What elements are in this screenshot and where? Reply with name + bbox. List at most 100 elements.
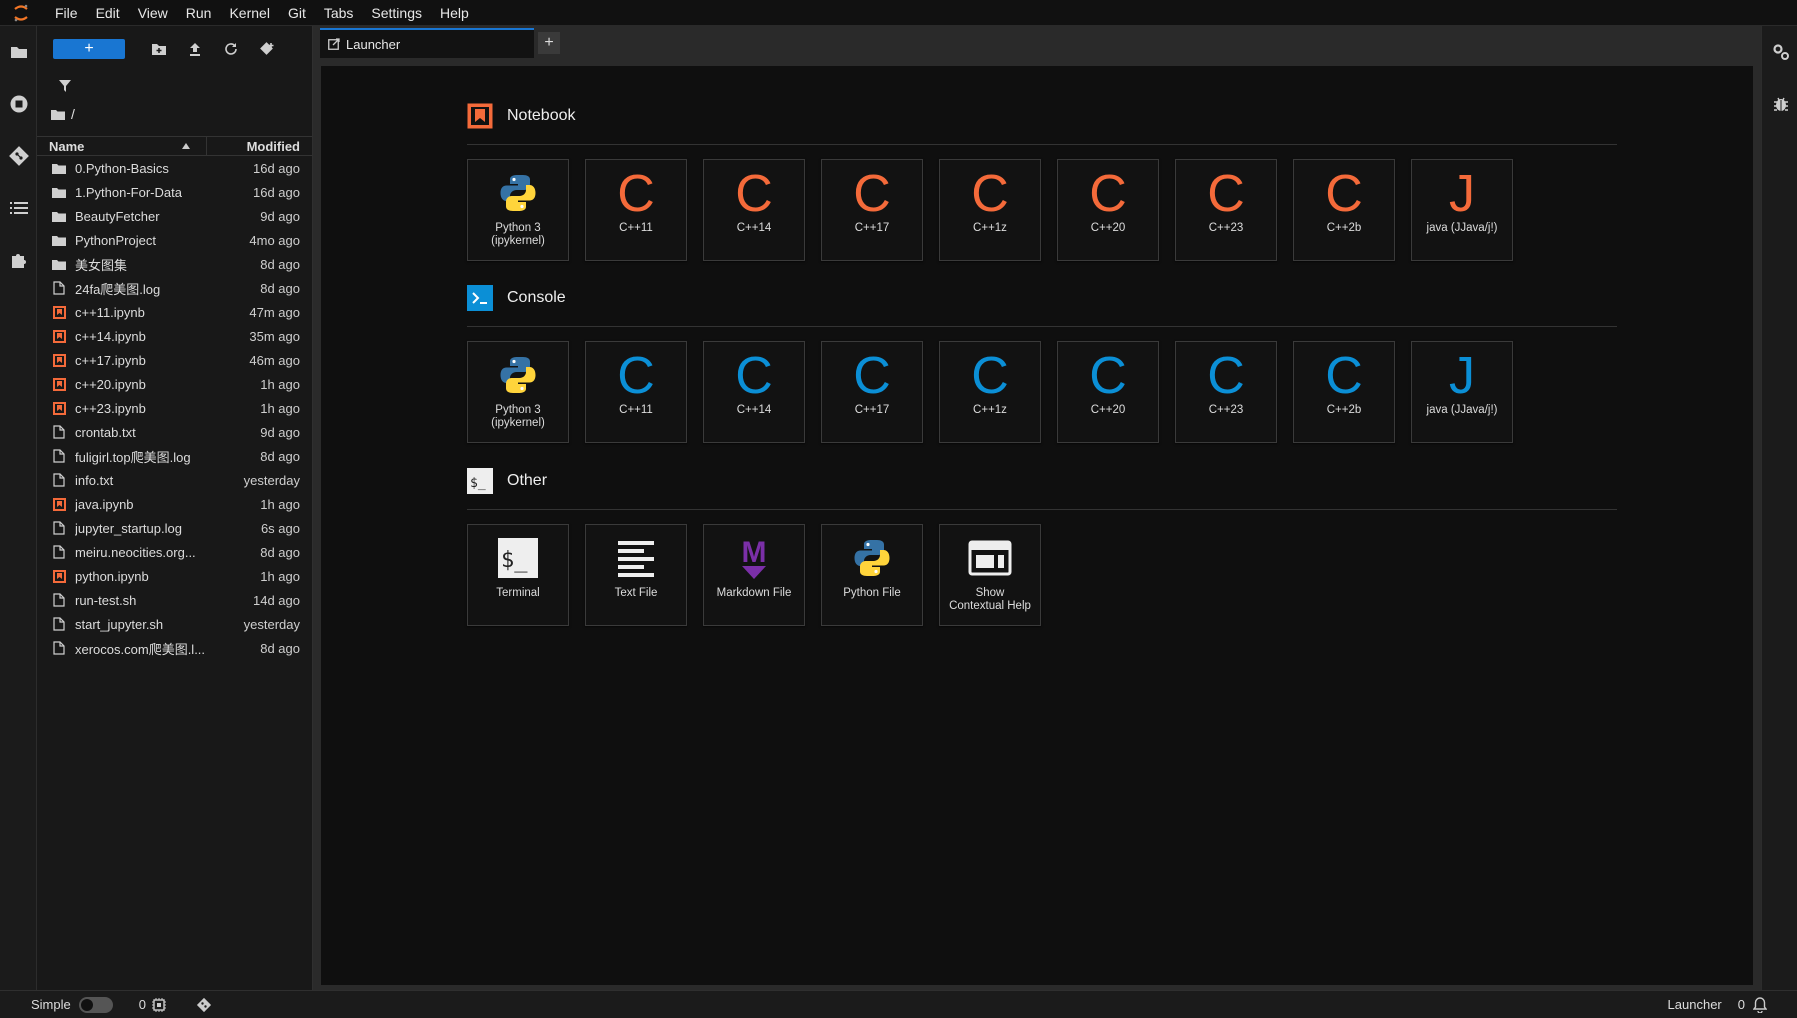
other-card-terminal[interactable]: $_ Terminal [467,524,569,626]
terminal-icon: $_ [498,537,538,581]
folder-icon[interactable] [0,26,37,78]
notebook-card-python-3-ipykernel[interactable]: Python 3 (ipykernel) [467,159,569,261]
menu-edit[interactable]: Edit [87,0,129,26]
file-row[interactable]: info.txt yesterday [37,468,312,492]
python-logo-icon [498,173,538,216]
notebook-card-c-2b[interactable]: C C++2b [1293,159,1395,261]
menu-run[interactable]: Run [177,0,221,26]
console-card-c-1z[interactable]: C C++1z [939,341,1041,443]
card-label: C++14 [736,404,772,416]
file-name: 24fa爬美图.log [75,281,161,297]
file-row[interactable]: run-test.sh 14d ago [37,588,312,612]
folder-icon [51,160,67,176]
file-row[interactable]: meiru.neocities.org... 8d ago [37,540,312,564]
git-clone-icon[interactable] [249,37,285,61]
new-folder-icon[interactable] [141,37,177,61]
notebook-card-c-23[interactable]: C C++23 [1175,159,1277,261]
new-launcher-button[interactable]: + [53,39,125,59]
file-row[interactable]: c++23.ipynb 1h ago [37,396,312,420]
console-card-c-2b[interactable]: C C++2b [1293,341,1395,443]
simple-mode-toggle[interactable] [78,996,113,1013]
other-section: $_ Other $_ Terminal Text File M Markdown Fi… [467,463,1617,626]
console-card-java-jjava-j[interactable]: Jjava (JJava/j!) [1411,341,1513,443]
file-row[interactable]: BeautyFetcher 9d ago [37,204,312,228]
file-row[interactable]: 美女图集 8d ago [37,252,312,276]
filter-files-button[interactable] [37,72,312,100]
file-row[interactable]: c++14.ipynb 35m ago [37,324,312,348]
git-status-icon[interactable] [196,997,212,1013]
upload-icon[interactable] [177,37,213,61]
running-sessions-icon[interactable] [0,78,37,130]
refresh-icon[interactable] [213,37,249,61]
file-icon [51,448,67,464]
file-name: 0.Python-Basics [75,160,169,176]
notebook-card-java-jjava-j[interactable]: Jjava (JJava/j!) [1411,159,1513,261]
menu-file[interactable]: File [46,0,87,26]
console-card-c-17[interactable]: C C++17 [821,341,923,443]
section-divider [467,144,1617,145]
file-row[interactable]: c++20.ipynb 1h ago [37,372,312,396]
menu-kernel[interactable]: Kernel [220,0,278,26]
notebook-card-c-17[interactable]: C C++17 [821,159,923,261]
table-of-contents-icon[interactable] [0,182,37,234]
filter-icon [59,80,71,92]
menu-help[interactable]: Help [431,0,478,26]
file-row[interactable]: start_jupyter.sh yesterday [37,612,312,636]
file-icon [51,544,67,560]
debugger-bug-icon[interactable] [1762,78,1797,130]
breadcrumb-path[interactable]: / [71,106,75,122]
file-row[interactable]: xerocos.com爬美图.l... 8d ago [37,636,312,660]
new-tab-button[interactable]: + [538,32,560,54]
other-card-markdown-file[interactable]: M Markdown File [703,524,805,626]
console-card-c-20[interactable]: C C++20 [1057,341,1159,443]
git-icon[interactable] [0,130,37,182]
file-icon [51,592,67,608]
launcher-panel: Notebook Python 3 (ipykernel) C C++11 C C++14… [321,66,1753,985]
extensions-puzzle-icon[interactable] [0,234,37,286]
file-row[interactable]: java.ipynb 1h ago [37,492,312,516]
menu-tabs[interactable]: Tabs [315,0,363,26]
property-inspector-gears-icon[interactable] [1762,26,1797,78]
file-row[interactable]: c++11.ipynb 47m ago [37,300,312,324]
menu-bar: File Edit View Run Kernel Git Tabs Settings Help [0,0,1797,26]
menu-view[interactable]: View [129,0,177,26]
modified-column-header[interactable]: Modified [207,139,312,154]
file-row[interactable]: 0.Python-Basics 16d ago [37,156,312,180]
notebook-cards: Python 3 (ipykernel) C C++11 C C++14 C C++17 C C+… [467,159,1617,261]
kernel-status-icon[interactable] [151,997,166,1012]
notebook-card-c-11[interactable]: C C++11 [585,159,687,261]
notebook-card-c-14[interactable]: C C++14 [703,159,805,261]
notebook-card-c-1z[interactable]: C C++1z [939,159,1041,261]
file-row[interactable]: jupyter_startup.log 6s ago [37,516,312,540]
file-row[interactable]: fuligirl.top爬美图.log 8d ago [37,444,312,468]
other-card-show-contextual-help[interactable]: Show Contextual Help [939,524,1041,626]
main-dock-area: Launcher + Notebook Python 3 (ipykernel) C… [313,26,1761,990]
kernel-letter-icon: C [1089,165,1127,223]
notebook-card-c-20[interactable]: C C++20 [1057,159,1159,261]
menu-settings[interactable]: Settings [362,0,431,26]
console-card-c-11[interactable]: C C++11 [585,341,687,443]
file-icon [51,472,67,488]
file-row[interactable]: python.ipynb 1h ago [37,564,312,588]
menu-git[interactable]: Git [279,0,315,26]
tab-launcher[interactable]: Launcher [320,28,534,58]
file-row[interactable]: 24fa爬美图.log 8d ago [37,276,312,300]
file-icon [51,616,67,632]
file-row[interactable]: crontab.txt 9d ago [37,420,312,444]
breadcrumb[interactable]: / [37,100,312,128]
file-name: fuligirl.top爬美图.log [75,449,191,465]
file-row[interactable]: PythonProject 4mo ago [37,228,312,252]
folder-icon [51,256,67,272]
console-card-c-23[interactable]: C C++23 [1175,341,1277,443]
file-row[interactable]: 1.Python-For-Data 16d ago [37,180,312,204]
other-card-python-file[interactable]: Python File [821,524,923,626]
name-column-header[interactable]: Name [37,137,207,155]
console-card-python-3-ipykernel[interactable]: Python 3 (ipykernel) [467,341,569,443]
notification-count[interactable]: 0 [1738,997,1745,1012]
kernel-count[interactable]: 0 [139,997,146,1012]
other-card-text-file[interactable]: Text File [585,524,687,626]
file-modified: 1h ago [260,400,300,416]
file-row[interactable]: c++17.ipynb 46m ago [37,348,312,372]
notification-bell-icon[interactable] [1753,996,1767,1013]
console-card-c-14[interactable]: C C++14 [703,341,805,443]
